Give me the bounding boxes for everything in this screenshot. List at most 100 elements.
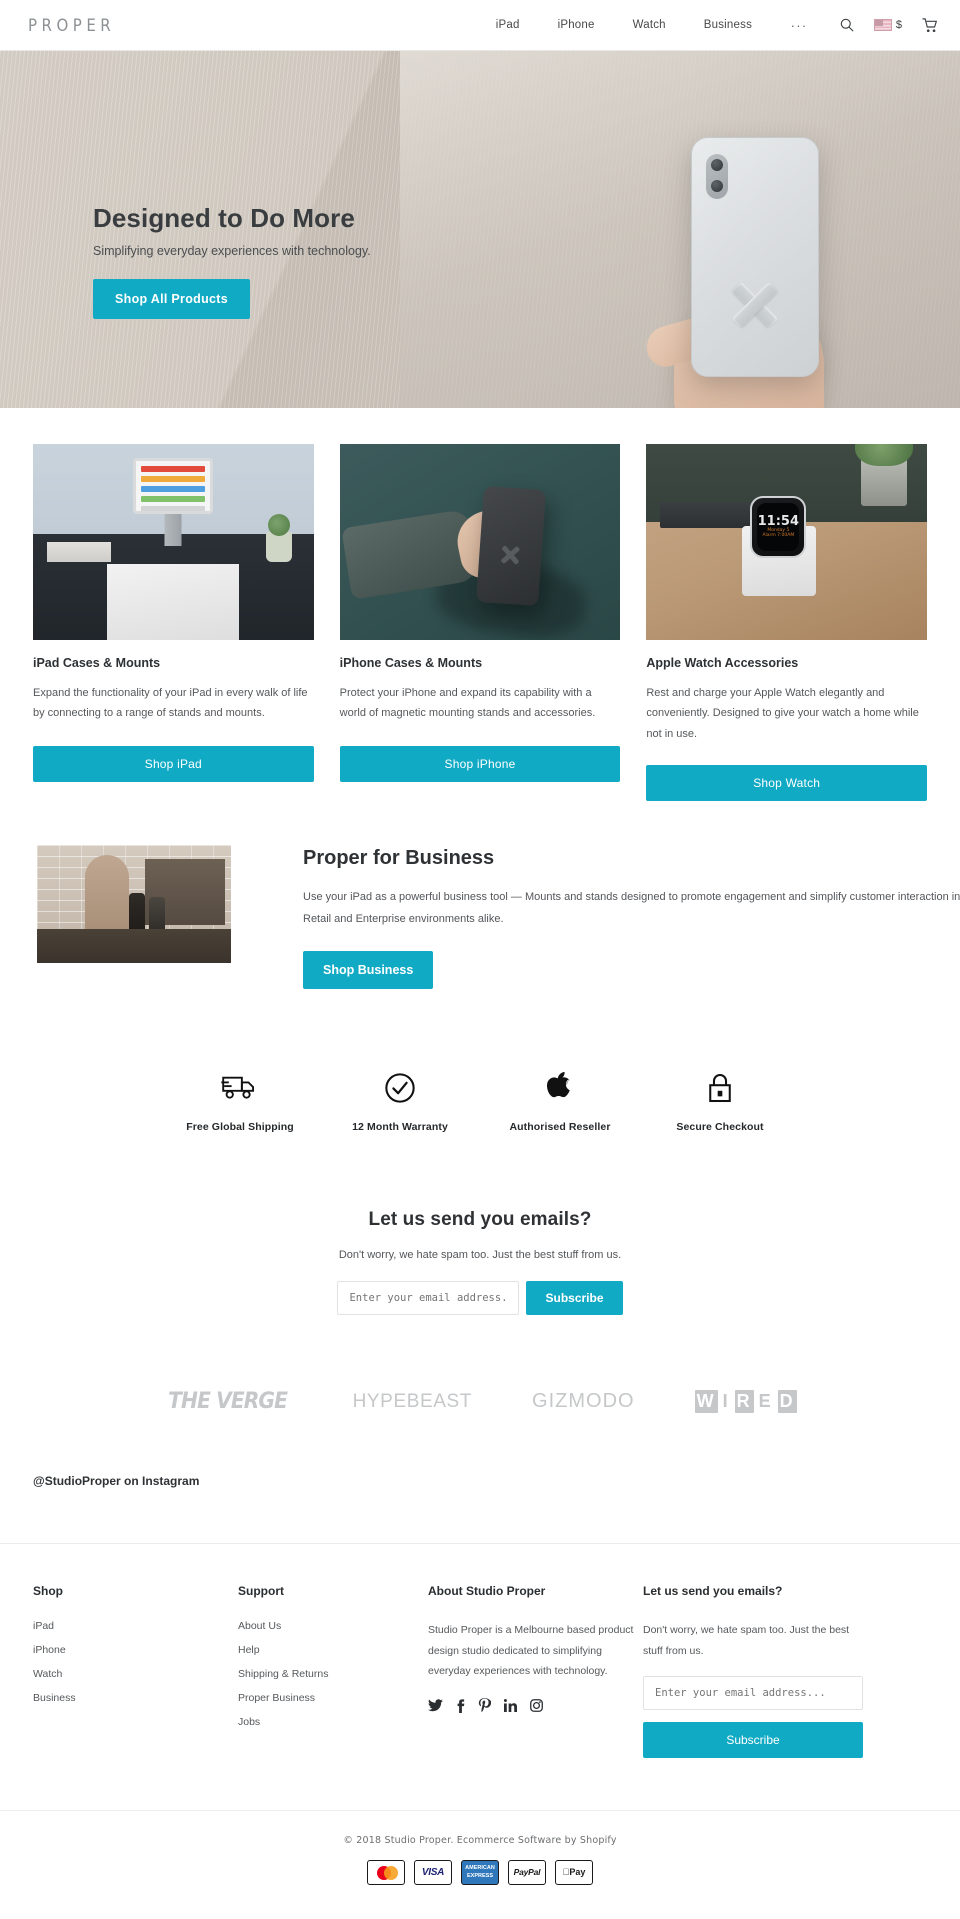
currency-selector[interactable]: $ [873, 19, 902, 31]
main-nav: iPad iPhone Watch Business ... $ [477, 15, 938, 36]
paypal-icon: PayPal [508, 1859, 546, 1885]
business-image [37, 845, 231, 964]
category-card-iphone: iPhone Cases & Mounts Protect your iPhon… [339, 444, 621, 801]
footer-heading-subscribe: Let us send you emails? [643, 1584, 783, 1599]
footer-link-iphone[interactable]: iPhone [33, 1644, 238, 1656]
apple-watch-prop: 11:54 Monday 5 Alarm 7:00AM [750, 496, 807, 558]
footer-subscribe-text: Don't worry, we hate spam too. Just the … [643, 1624, 850, 1657]
currency-label: $ [895, 19, 902, 31]
site-footer: Shop iPad iPhone Watch Business Support … [0, 1543, 960, 1758]
books-prop [47, 542, 111, 562]
truck-icon [160, 1067, 320, 1109]
watch-alarm: Alarm 7:00AM [762, 533, 795, 539]
proper-x-mount-icon [498, 543, 521, 566]
search-icon[interactable] [840, 18, 854, 32]
instagram-heading[interactable]: @StudioProper on Instagram [0, 1414, 960, 1488]
card-title: iPhone Cases & Mounts [339, 656, 483, 670]
shop-ipad-button[interactable]: Shop iPad [33, 746, 314, 782]
badge-label: 12 Month Warranty [352, 1121, 448, 1134]
newsletter-form: Subscribe [0, 1281, 960, 1316]
nav-item-ipad[interactable]: iPad [477, 19, 539, 31]
badge-warranty: 12 Month Warranty [320, 1067, 480, 1133]
category-card-ipad: iPad Cases & Mounts Expand the functiona… [33, 444, 314, 801]
apple-icon [480, 1067, 640, 1109]
footer-heading-about: About Studio Proper [428, 1584, 546, 1599]
footer-subscribe-button[interactable]: Subscribe [643, 1721, 863, 1758]
newsletter-email-input[interactable] [337, 1281, 520, 1316]
footer-link-shipping-returns[interactable]: Shipping & Returns [238, 1668, 428, 1680]
pedestal-prop [107, 564, 240, 640]
business-title: Proper for Business [303, 847, 495, 870]
person-prop [129, 893, 145, 934]
footer-email-input[interactable] [643, 1675, 863, 1710]
nav-item-business[interactable]: Business [685, 19, 771, 31]
site-header: PROPER iPad iPhone Watch Business ... $ [0, 0, 960, 51]
footer-link-watch[interactable]: Watch [33, 1668, 238, 1680]
trust-badges: Free Global Shipping 12 Month Warranty A… [0, 989, 960, 1133]
footer-link-proper-business[interactable]: Proper Business [238, 1692, 428, 1704]
nav-item-iphone[interactable]: iPhone [539, 19, 614, 31]
copyright-text: © 2018 Studio Proper. Ecommerce Software… [343, 1834, 617, 1846]
card-description: Rest and charge your Apple Watch elegant… [646, 687, 919, 740]
category-card-watch: 11:54 Monday 5 Alarm 7:00AM Apple Watch … [646, 444, 928, 802]
hero-content: Designed to Do More Simplifying everyday… [0, 51, 960, 319]
book-prop [660, 502, 757, 528]
linkedin-icon[interactable] [504, 1699, 517, 1713]
nav-more-button[interactable]: ... [771, 15, 830, 36]
shop-all-products-button[interactable]: Shop All Products [93, 279, 250, 319]
newsletter-subtitle: Don't worry, we hate spam too. Just the … [338, 1249, 622, 1262]
badge-label: Free Global Shipping [186, 1121, 294, 1134]
hero-title: Designed to Do More [93, 203, 355, 233]
payment-methods: VISA AMERICANEXPRESS PayPal Pay [0, 1859, 960, 1885]
shop-watch-button[interactable]: Shop Watch [646, 765, 928, 802]
ipad-card-image [33, 444, 314, 640]
amex-icon: AMERICAN EXPRESS [461, 1859, 499, 1885]
footer-link-about-us[interactable]: About Us [238, 1620, 428, 1632]
instagram-icon[interactable] [530, 1699, 543, 1713]
shopping-cart-icon[interactable] [922, 17, 938, 33]
wired-letter: D [777, 1390, 797, 1414]
shop-business-button[interactable]: Shop Business [303, 951, 434, 990]
footer-link-business[interactable]: Business [33, 1692, 238, 1704]
category-cards: iPad Cases & Mounts Expand the functiona… [0, 408, 960, 802]
copyright-bar: © 2018 Studio Proper. Ecommerce Software… [0, 1809, 960, 1919]
plant-prop [855, 444, 914, 506]
wired-letter: R [734, 1390, 754, 1414]
business-section: Proper for Business Use your iPad as a p… [0, 801, 960, 990]
person-prop [149, 897, 165, 934]
press-logo-the-verge: THE VERGE [168, 1389, 289, 1415]
lock-icon [640, 1067, 800, 1109]
press-logos: THE VERGE HYPEBEAST GIZMODO WIRED [0, 1315, 960, 1414]
footer-about-text: Studio Proper is a Melbourne based produ… [428, 1624, 634, 1677]
ipad-screen-prop [133, 458, 214, 514]
press-logo-hypebeast: HYPEBEAST [352, 1390, 473, 1412]
footer-link-jobs[interactable]: Jobs [238, 1716, 428, 1728]
footer-link-help[interactable]: Help [238, 1644, 428, 1656]
press-logo-gizmodo: GIZMODO [532, 1390, 635, 1413]
shop-iphone-button[interactable]: Shop iPhone [339, 746, 621, 782]
plant-prop [265, 514, 292, 562]
arch-prop [85, 855, 129, 932]
us-flag-icon [873, 19, 892, 31]
wired-letter: E [758, 1391, 773, 1412]
newsletter-section: Let us send you emails? Don't worry, we … [0, 1133, 960, 1316]
badge-free-shipping: Free Global Shipping [160, 1067, 320, 1133]
facebook-icon[interactable] [456, 1699, 465, 1713]
watch-face: 11:54 Monday 5 Alarm 7:00AM [757, 503, 800, 551]
badge-secure-checkout: Secure Checkout [640, 1067, 800, 1133]
footer-column-support: Support About Us Help Shipping & Returns… [238, 1584, 428, 1758]
footer-link-ipad[interactable]: iPad [33, 1620, 238, 1632]
site-logo[interactable]: PROPER [28, 15, 115, 36]
card-title: iPad Cases & Mounts [33, 656, 161, 670]
twitter-icon[interactable] [428, 1699, 443, 1712]
footer-column-subscribe: Let us send you emails? Don't worry, we … [643, 1584, 863, 1758]
counter-prop [37, 929, 231, 964]
header-icon-group: $ [830, 17, 938, 33]
nav-item-watch[interactable]: Watch [614, 19, 685, 31]
iphone-card-image [339, 444, 621, 640]
pinterest-icon[interactable] [478, 1698, 491, 1713]
business-content: Proper for Business Use your iPad as a p… [303, 845, 960, 990]
newsletter-title: Let us send you emails? [368, 1209, 592, 1231]
card-title: Apple Watch Accessories [646, 656, 799, 670]
newsletter-subscribe-button[interactable]: Subscribe [526, 1281, 623, 1316]
